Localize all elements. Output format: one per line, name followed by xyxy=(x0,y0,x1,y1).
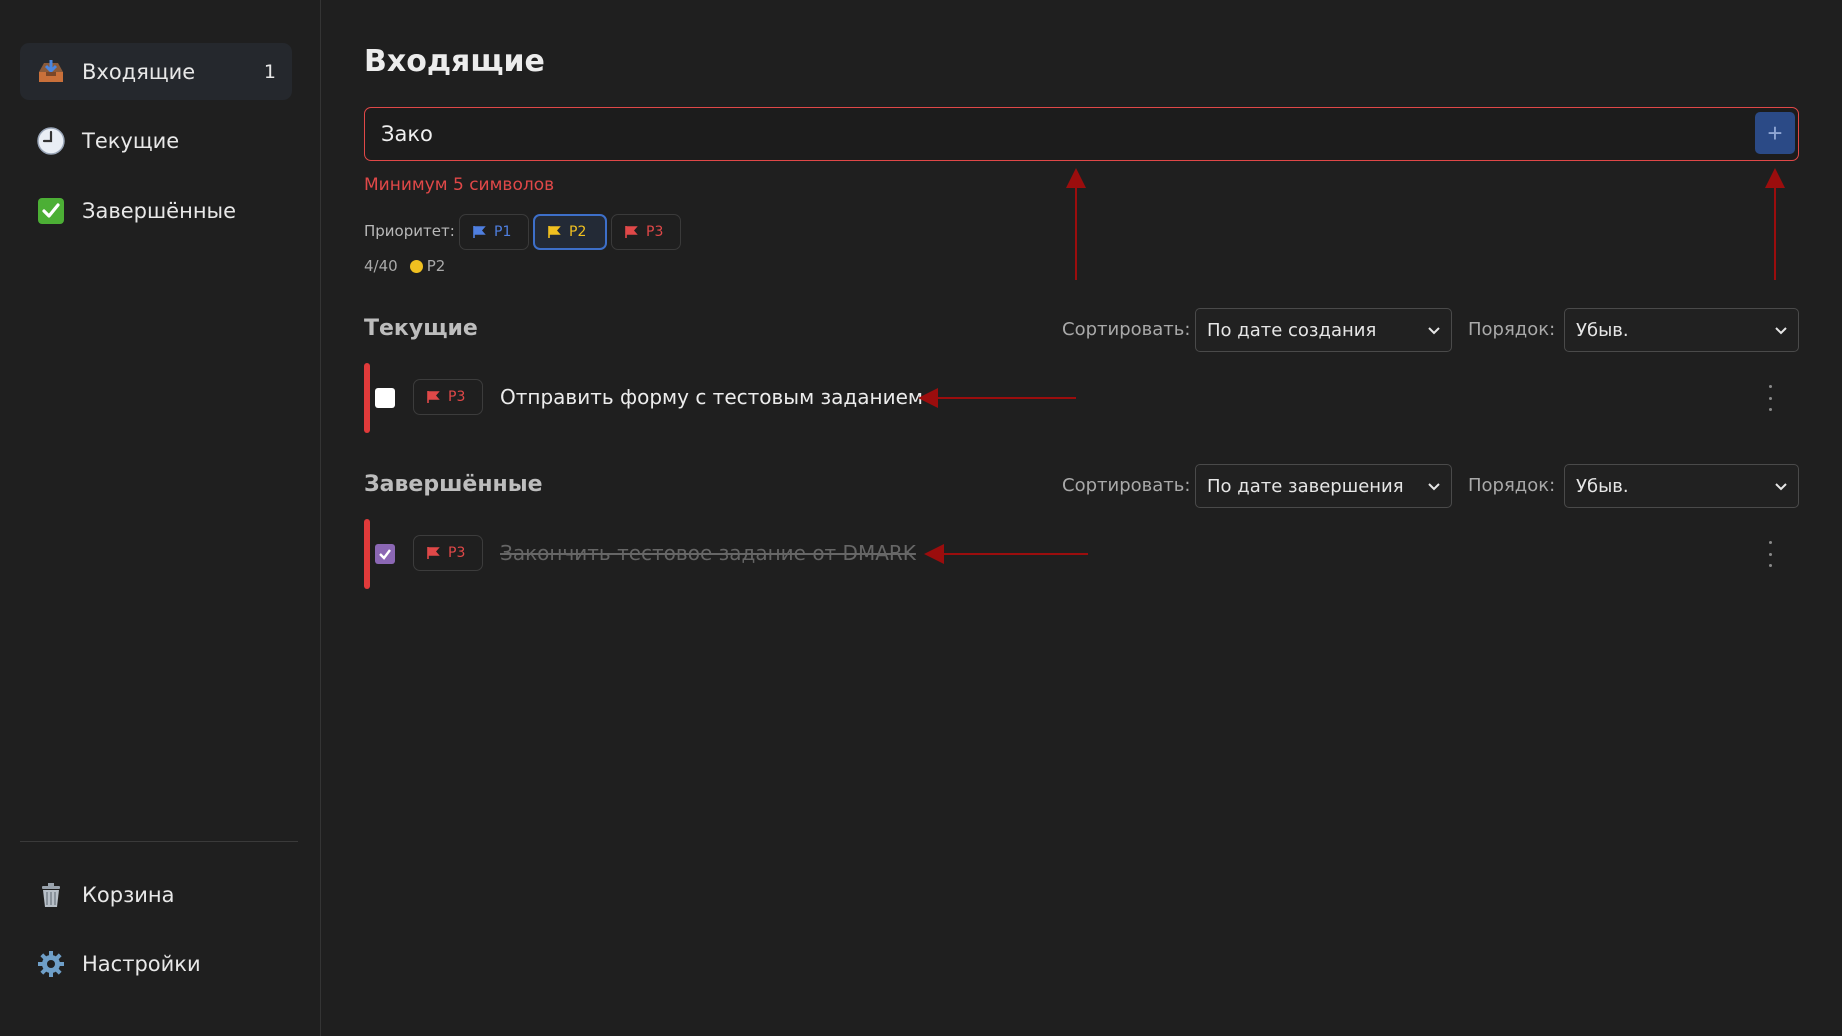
main-content: Входящие + Минимум 5 символов Приоритет:… xyxy=(322,0,1842,1036)
task-priority-badge: P3 xyxy=(413,379,483,415)
sort-select-completed[interactable]: По дате завершения xyxy=(1195,464,1452,508)
sidebar-item-label: Корзина xyxy=(82,882,175,907)
validation-error: Минимум 5 символов xyxy=(364,175,555,195)
order-select-current[interactable]: Убыв. xyxy=(1564,308,1799,352)
task-title[interactable]: Отправить форму с тестовым заданием xyxy=(500,385,923,409)
sidebar-item-completed[interactable]: Завершённые xyxy=(20,182,292,239)
priority-label-p2: P2 xyxy=(569,224,587,240)
more-options-icon[interactable] xyxy=(1765,541,1775,567)
trash-icon xyxy=(36,880,66,910)
chevron-down-icon xyxy=(1775,327,1787,335)
sort-label: Сортировать: xyxy=(1062,475,1191,496)
inbox-count-badge: 1 xyxy=(263,60,276,83)
gear-icon xyxy=(36,949,66,979)
sort-label: Сортировать: xyxy=(1062,319,1191,340)
priority-p1-button[interactable]: P1 xyxy=(459,214,529,250)
task-priority-label: P3 xyxy=(448,389,466,405)
chevron-down-icon xyxy=(1775,483,1787,491)
task-row: P3 Закончить тестовое задание от DMARK xyxy=(364,519,1799,589)
sidebar: Входящие 1 Текущие Завершённые Корзина Н… xyxy=(0,0,321,1036)
sidebar-item-settings[interactable]: Настройки xyxy=(20,935,292,992)
priority-dot-icon xyxy=(409,259,423,273)
priority-label-p1: P1 xyxy=(494,224,512,240)
flag-icon xyxy=(427,547,440,559)
sort-select-value: По дате завершения xyxy=(1207,475,1404,497)
check-mark-icon xyxy=(36,196,66,226)
flag-icon xyxy=(548,226,561,238)
add-task-button[interactable]: + xyxy=(1755,112,1795,154)
sort-select-current[interactable]: По дате создания xyxy=(1195,308,1452,352)
chevron-down-icon xyxy=(1428,327,1440,335)
task-row: P3 Отправить форму с тестовым заданием xyxy=(364,363,1799,433)
flag-icon xyxy=(427,391,440,403)
sidebar-item-trash[interactable]: Корзина xyxy=(20,866,292,923)
priority-label: Приоритет: xyxy=(364,222,455,240)
task-priority-label: P3 xyxy=(448,545,466,561)
sidebar-divider xyxy=(20,841,298,842)
new-task-meta: 4/40 P2 xyxy=(364,257,445,275)
sort-select-value: По дате создания xyxy=(1207,319,1377,341)
page-title: Входящие xyxy=(364,44,545,79)
clock-icon xyxy=(36,126,66,156)
sidebar-item-current[interactable]: Текущие xyxy=(20,112,292,169)
new-task-input[interactable] xyxy=(365,108,1745,159)
order-label: Порядок: xyxy=(1468,475,1556,496)
sidebar-item-label: Текущие xyxy=(82,128,180,153)
task-title[interactable]: Закончить тестовое задание от DMARK xyxy=(500,541,916,565)
sidebar-item-label: Входящие xyxy=(82,59,196,84)
priority-bar xyxy=(364,519,370,589)
more-options-icon[interactable] xyxy=(1765,385,1775,411)
check-icon xyxy=(379,549,391,560)
chevron-down-icon xyxy=(1428,483,1440,491)
task-priority-badge: P3 xyxy=(413,535,483,571)
priority-bar xyxy=(364,363,370,433)
flag-icon xyxy=(625,226,638,238)
sidebar-item-inbox[interactable]: Входящие 1 xyxy=(20,43,292,100)
sidebar-item-label: Завершённые xyxy=(82,198,237,223)
task-checkbox[interactable] xyxy=(375,388,395,408)
order-label: Порядок: xyxy=(1468,319,1556,340)
inbox-tray-icon xyxy=(36,57,66,87)
flag-icon xyxy=(473,226,486,238)
priority-label-p3: P3 xyxy=(646,224,664,240)
priority-p3-button[interactable]: P3 xyxy=(611,214,681,250)
char-counter: 4/40 xyxy=(364,257,398,275)
section-title-current: Текущие xyxy=(364,316,478,341)
current-priority: P2 xyxy=(426,257,446,275)
section-title-completed: Завершённые xyxy=(364,472,543,497)
task-checkbox-checked[interactable] xyxy=(375,544,395,564)
sidebar-item-label: Настройки xyxy=(82,951,201,976)
priority-p2-button[interactable]: P2 xyxy=(533,214,607,250)
order-select-value: Убыв. xyxy=(1576,475,1629,497)
order-select-completed[interactable]: Убыв. xyxy=(1564,464,1799,508)
new-task-field: + xyxy=(364,107,1799,161)
order-select-value: Убыв. xyxy=(1576,319,1629,341)
